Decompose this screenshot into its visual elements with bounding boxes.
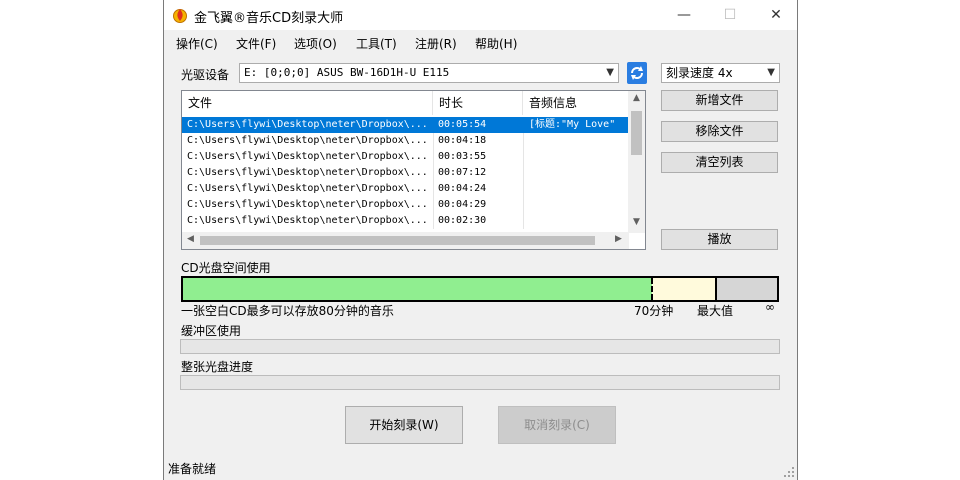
menu-file[interactable]: 文件(F)	[236, 35, 276, 52]
cd-space-bar	[181, 276, 779, 302]
start-burn-button[interactable]: 开始刻录(W)	[345, 406, 463, 444]
column-divider	[433, 213, 434, 229]
buffer-label: 缓冲区使用	[181, 324, 242, 338]
menu-tools[interactable]: 工具(T)	[356, 35, 397, 52]
scroll-left-icon[interactable]: ◀	[182, 234, 199, 244]
resize-grip-icon[interactable]	[783, 466, 795, 478]
infinity-label: ∞	[765, 300, 775, 314]
cd-70min-marker	[651, 278, 654, 300]
close-button[interactable]: ✕	[753, 0, 799, 30]
menu-register[interactable]: 注册(R)	[415, 35, 457, 52]
disc-progress-bar	[180, 375, 780, 390]
chevron-down-icon: ▼	[767, 67, 775, 78]
duration-cell: 00:05:54	[438, 119, 487, 130]
menu-operation[interactable]: 操作(C)	[176, 35, 218, 52]
cd-max-marker	[714, 278, 717, 300]
duration-cell: 00:04:18	[438, 135, 487, 146]
cd-space-used	[183, 278, 653, 300]
menu-help[interactable]: 帮助(H)	[475, 35, 517, 52]
file-path-cell: C:\Users\flywi\Desktop\neter\Dropbox\...	[187, 151, 428, 162]
play-button[interactable]: 播放	[661, 229, 778, 250]
cancel-burn-button[interactable]: 取消刻录(C)	[498, 406, 616, 444]
minimize-button[interactable]: —	[661, 0, 707, 30]
cd-70min-label: 70分钟	[634, 304, 674, 318]
column-divider	[523, 133, 524, 149]
scroll-up-icon[interactable]: ▲	[628, 93, 645, 103]
chevron-down-icon: ▼	[606, 67, 614, 78]
cd-space-label: CD光盘空间使用	[181, 261, 271, 275]
maximize-button[interactable]: ☐	[707, 0, 753, 30]
drive-value: E: [0;0;0] ASUS BW-16D1H-U E115	[244, 66, 450, 79]
list-item[interactable]: C:\Users\flywi\Desktop\neter\Dropbox\...…	[182, 149, 629, 165]
file-path-cell: C:\Users\flywi\Desktop\neter\Dropbox\...	[187, 135, 428, 146]
column-divider	[433, 181, 434, 197]
column-divider	[523, 181, 524, 197]
refresh-icon	[631, 66, 643, 80]
disc-progress-label: 整张光盘进度	[181, 360, 254, 374]
window-title: 金飞翼®音乐CD刻录大师	[194, 11, 344, 26]
column-divider	[523, 197, 524, 213]
column-divider	[433, 149, 434, 165]
list-item[interactable]: C:\Users\flywi\Desktop\neter\Dropbox\...…	[182, 181, 629, 197]
audio-info-cell: [标题:"My Love"	[529, 119, 616, 130]
cd-max-label: 最大值	[697, 304, 734, 318]
add-file-button[interactable]: 新增文件	[661, 90, 778, 111]
file-path-cell: C:\Users\flywi\Desktop\neter\Dropbox\...	[187, 199, 428, 210]
list-item[interactable]: C:\Users\flywi\Desktop\neter\Dropbox\...…	[182, 133, 629, 149]
file-path-cell: C:\Users\flywi\Desktop\neter\Dropbox\...	[187, 215, 428, 226]
cd-capacity-note: 一张空白CD最多可以存放80分钟的音乐	[181, 304, 394, 318]
main-window: 金飞翼®音乐CD刻录大师 — ☐ ✕ 操作(C) 文件(F) 选项(O) 工具(…	[163, 0, 798, 480]
drive-label: 光驱设备	[181, 68, 230, 82]
burn-speed-value: 刻录速度 4x	[666, 66, 733, 80]
duration-cell: 00:04:29	[438, 199, 487, 210]
vertical-scrollbar[interactable]: ▲ ▼	[628, 91, 645, 233]
refresh-drives-button[interactable]	[627, 62, 647, 84]
menu-bar: 操作(C) 文件(F) 选项(O) 工具(T) 注册(R) 帮助(H)	[164, 30, 797, 54]
duration-cell: 00:03:55	[438, 151, 487, 162]
status-text: 准备就绪	[168, 462, 217, 476]
duration-cell: 00:04:24	[438, 183, 487, 194]
list-item[interactable]: C:\Users\flywi\Desktop\neter\Dropbox\...…	[182, 213, 629, 229]
column-divider	[433, 197, 434, 213]
clear-list-button[interactable]: 清空列表	[661, 152, 778, 173]
column-header-duration[interactable]: 时长	[433, 91, 523, 115]
duration-cell: 00:02:30	[438, 215, 487, 226]
drive-select[interactable]: E: [0;0;0] ASUS BW-16D1H-U E115 ▼	[239, 63, 619, 83]
horizontal-scrollbar[interactable]: ◀ ▶	[182, 232, 629, 249]
list-item[interactable]: C:\Users\flywi\Desktop\neter\Dropbox\...…	[182, 197, 629, 213]
column-divider	[523, 213, 524, 229]
scroll-down-icon[interactable]: ▼	[628, 217, 645, 227]
column-divider	[433, 165, 434, 181]
file-path-cell: C:\Users\flywi\Desktop\neter\Dropbox\...	[187, 183, 428, 194]
list-item[interactable]: C:\Users\flywi\Desktop\neter\Dropbox\...…	[182, 117, 629, 133]
column-header-audio-info[interactable]: 音频信息	[523, 91, 629, 115]
duration-cell: 00:07:12	[438, 167, 487, 178]
horizontal-scroll-thumb[interactable]	[200, 236, 595, 245]
burn-speed-select[interactable]: 刻录速度 4x ▼	[661, 63, 780, 83]
column-divider	[433, 133, 434, 149]
list-item[interactable]: C:\Users\flywi\Desktop\neter\Dropbox\...…	[182, 165, 629, 181]
cd-space-remaining	[652, 278, 715, 300]
file-list[interactable]: 文件 时长 音频信息 C:\Users\flywi\Desktop\neter\…	[181, 90, 646, 250]
status-bar: 准备就绪	[164, 458, 797, 480]
column-divider	[523, 149, 524, 165]
menu-options[interactable]: 选项(O)	[294, 35, 337, 52]
file-path-cell: C:\Users\flywi\Desktop\neter\Dropbox\...	[187, 119, 428, 130]
buffer-progress-bar	[180, 339, 780, 354]
app-flame-icon	[173, 9, 187, 23]
column-divider	[523, 165, 524, 181]
title-bar: 金飞翼®音乐CD刻录大师 — ☐ ✕	[164, 0, 797, 30]
remove-file-button[interactable]: 移除文件	[661, 121, 778, 142]
column-header-file[interactable]: 文件	[182, 91, 433, 115]
vertical-scroll-thumb[interactable]	[631, 111, 642, 155]
scroll-right-icon[interactable]: ▶	[610, 234, 627, 244]
file-path-cell: C:\Users\flywi\Desktop\neter\Dropbox\...	[187, 167, 428, 178]
